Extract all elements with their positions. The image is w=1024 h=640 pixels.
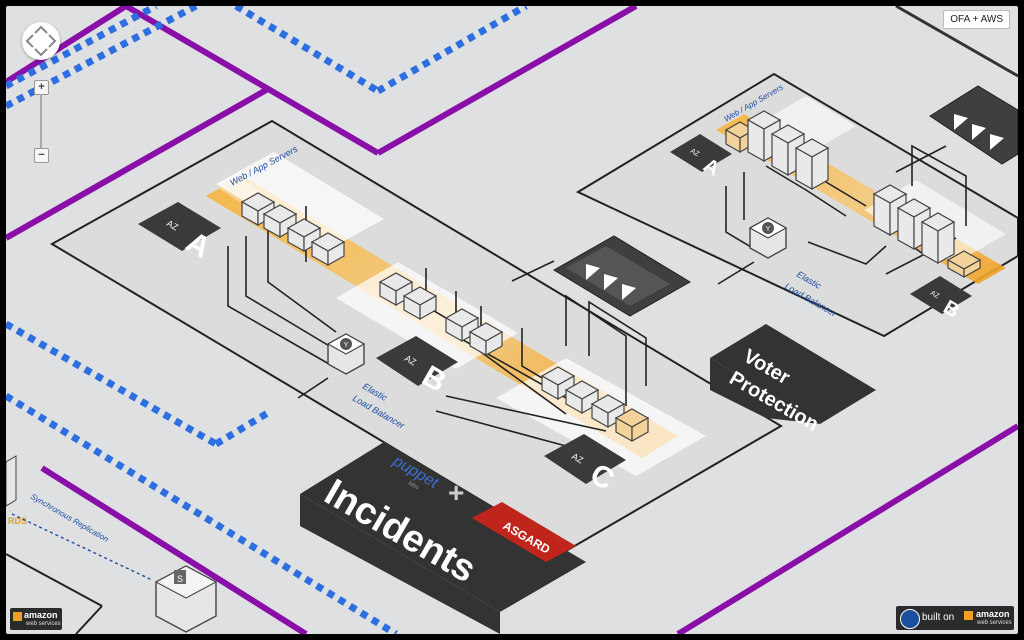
incidents-plus: + — [448, 477, 464, 508]
zoom-in-button[interactable]: + — [34, 80, 49, 95]
ofa-aws-badge[interactable]: OFA + AWS — [943, 10, 1010, 29]
svg-text:RDS: RDS — [8, 516, 27, 526]
svg-text:S: S — [177, 574, 183, 584]
replication-label: Synchronous Replication — [29, 492, 111, 544]
pan-control[interactable] — [22, 22, 60, 60]
aws-cubes-icon — [13, 612, 22, 621]
top-right-forward-box[interactable] — [929, 85, 1018, 165]
aws-logo-left: amazon web services — [10, 608, 62, 630]
aws-cubes-icon — [964, 611, 973, 620]
svg-text:Y: Y — [344, 342, 349, 349]
built-on-aws-badge: built on amazon web services — [896, 606, 1014, 630]
bottom-left-edge — [6, 553, 103, 607]
rds-node[interactable]: RDS — [6, 455, 27, 526]
bottom-left-edge-2 — [75, 605, 103, 634]
map-viewport[interactable]: Y AZ A AZ B AZ C Web / App Servers Elast… — [6, 6, 1018, 634]
infrastructure-map[interactable]: Y AZ A AZ B AZ C Web / App Servers Elast… — [6, 6, 1018, 634]
zoom-slider[interactable] — [40, 94, 42, 148]
s3-node[interactable]: S — [154, 565, 218, 633]
pan-arrows-icon — [25, 25, 57, 57]
zoom-out-button[interactable]: − — [34, 148, 49, 163]
svg-text:Y: Y — [766, 226, 771, 233]
obama-logo-icon — [900, 609, 920, 629]
